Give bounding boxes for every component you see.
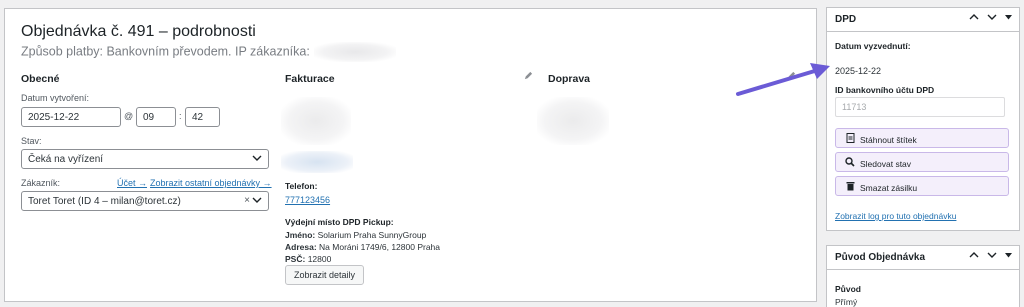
status-value: Čeká na vyřízení xyxy=(28,154,104,165)
track-status-button[interactable]: Sledovat stav xyxy=(835,152,1009,172)
origin-label: Původ xyxy=(835,284,861,294)
pickup-zip: PSČ: 12800 xyxy=(285,254,331,264)
bank-id-label: ID bankovního účtu DPD xyxy=(835,85,935,95)
pickup-name-value: Solarium Praha SunnyGroup xyxy=(317,230,427,240)
status-label: Stav: xyxy=(21,136,42,146)
time-separator: : xyxy=(179,111,182,121)
delete-shipment-button[interactable]: Smazat zásilku xyxy=(835,176,1009,196)
customer-select[interactable]: Toret Toret (ID 4 – milan@toret.cz) × xyxy=(21,191,269,211)
trash-icon xyxy=(844,181,856,193)
pickup-address: Adresa: Na Moráni 1749/6, 12800 Praha xyxy=(285,242,440,252)
pickup-zip-value: 12800 xyxy=(307,254,332,264)
view-log-link[interactable]: Zobrazit log pro tuto objednávku xyxy=(835,211,956,221)
order-details-panel: Objednávka č. 491 – podrobnosti Způsob p… xyxy=(4,8,817,302)
bank-id-input[interactable]: 11713 xyxy=(835,97,1005,117)
payment-subtitle-text: Způsob platby: Bankovním převodem. IP zá… xyxy=(21,44,310,59)
chevron-up-icon[interactable] xyxy=(969,12,979,25)
pencil-icon[interactable] xyxy=(524,71,533,83)
created-date-label: Datum vytvoření: xyxy=(21,93,90,103)
download-label-button[interactable]: Stáhnout štítek xyxy=(835,128,1009,148)
pickup-date-value: 2025-12-22 xyxy=(835,66,882,76)
triangle-down-icon[interactable] xyxy=(1004,12,1013,25)
triangle-down-icon[interactable] xyxy=(1004,250,1013,263)
clear-icon[interactable]: × xyxy=(244,195,250,206)
redacted-shipping-address xyxy=(537,97,609,145)
redacted-ip xyxy=(313,42,396,62)
pickup-name-key: Jméno: xyxy=(285,230,316,240)
status-select[interactable]: Čeká na vyřízení xyxy=(21,149,269,169)
magnifier-icon xyxy=(844,157,856,169)
origin-value: Přímý xyxy=(835,297,858,307)
customer-label: Zákazník: xyxy=(21,178,61,188)
page-title: Objednávka č. 491 – podrobnosti xyxy=(21,23,256,40)
annotation-arrow xyxy=(736,63,830,96)
pickup-heading: Výdejní místo DPD Pickup: xyxy=(285,217,394,227)
dpd-metabox-header: DPD xyxy=(827,8,1019,32)
general-heading: Obecné xyxy=(21,73,60,85)
pickup-address-key: Adresa: xyxy=(285,242,317,252)
origin-title: Původ Objednávka xyxy=(835,252,926,263)
chevron-up-icon[interactable] xyxy=(969,250,979,263)
minute-input[interactable]: 42 xyxy=(185,107,220,127)
chevron-down-icon[interactable] xyxy=(987,250,997,263)
created-date-input[interactable]: 2025-12-22 xyxy=(21,107,121,127)
origin-metabox-header: Původ Objednávka xyxy=(827,246,1019,270)
show-details-button[interactable]: Zobrazit detaily xyxy=(285,265,365,285)
dpd-metabox: DPD Datum vyzvednutí: 2025-12-22 ID bank… xyxy=(826,7,1020,231)
shipping-heading: Doprava xyxy=(548,73,591,85)
chevron-down-icon xyxy=(252,153,262,166)
phone-label: Telefon: xyxy=(285,181,318,191)
redacted-billing-address xyxy=(281,97,351,145)
track-status-text: Sledovat stav xyxy=(860,159,912,169)
pickup-address-value: Na Moráni 1749/6, 12800 Praha xyxy=(319,242,441,252)
chevron-down-icon xyxy=(252,195,262,208)
phone-link[interactable]: 777123456 xyxy=(285,195,330,205)
delete-shipment-text: Smazat zásilku xyxy=(860,183,918,193)
customer-value: Toret Toret (ID 4 – milan@toret.cz) xyxy=(28,196,181,207)
chevron-down-icon[interactable] xyxy=(987,12,997,25)
dpd-title: DPD xyxy=(835,14,857,25)
billing-heading: Fakturace xyxy=(285,73,335,85)
download-label-text: Stáhnout štítek xyxy=(860,135,917,145)
at-symbol: @ xyxy=(124,111,134,121)
account-link[interactable]: Účet → xyxy=(117,178,147,188)
pickup-zip-key: PSČ: xyxy=(285,254,306,264)
other-orders-link[interactable]: Zobrazit ostatní objednávky → xyxy=(150,178,272,188)
payment-subtitle: Způsob platby: Bankovním převodem. IP zá… xyxy=(21,42,396,62)
hour-input[interactable]: 09 xyxy=(136,107,176,127)
redacted-billing-email xyxy=(281,151,353,173)
pickup-date-label: Datum vyzvednutí: xyxy=(835,41,911,51)
document-icon xyxy=(844,133,856,145)
order-origin-metabox: Původ Objednávka Původ Přímý xyxy=(826,245,1020,307)
pickup-name: Jméno: Solarium Praha SunnyGroup xyxy=(285,230,426,240)
